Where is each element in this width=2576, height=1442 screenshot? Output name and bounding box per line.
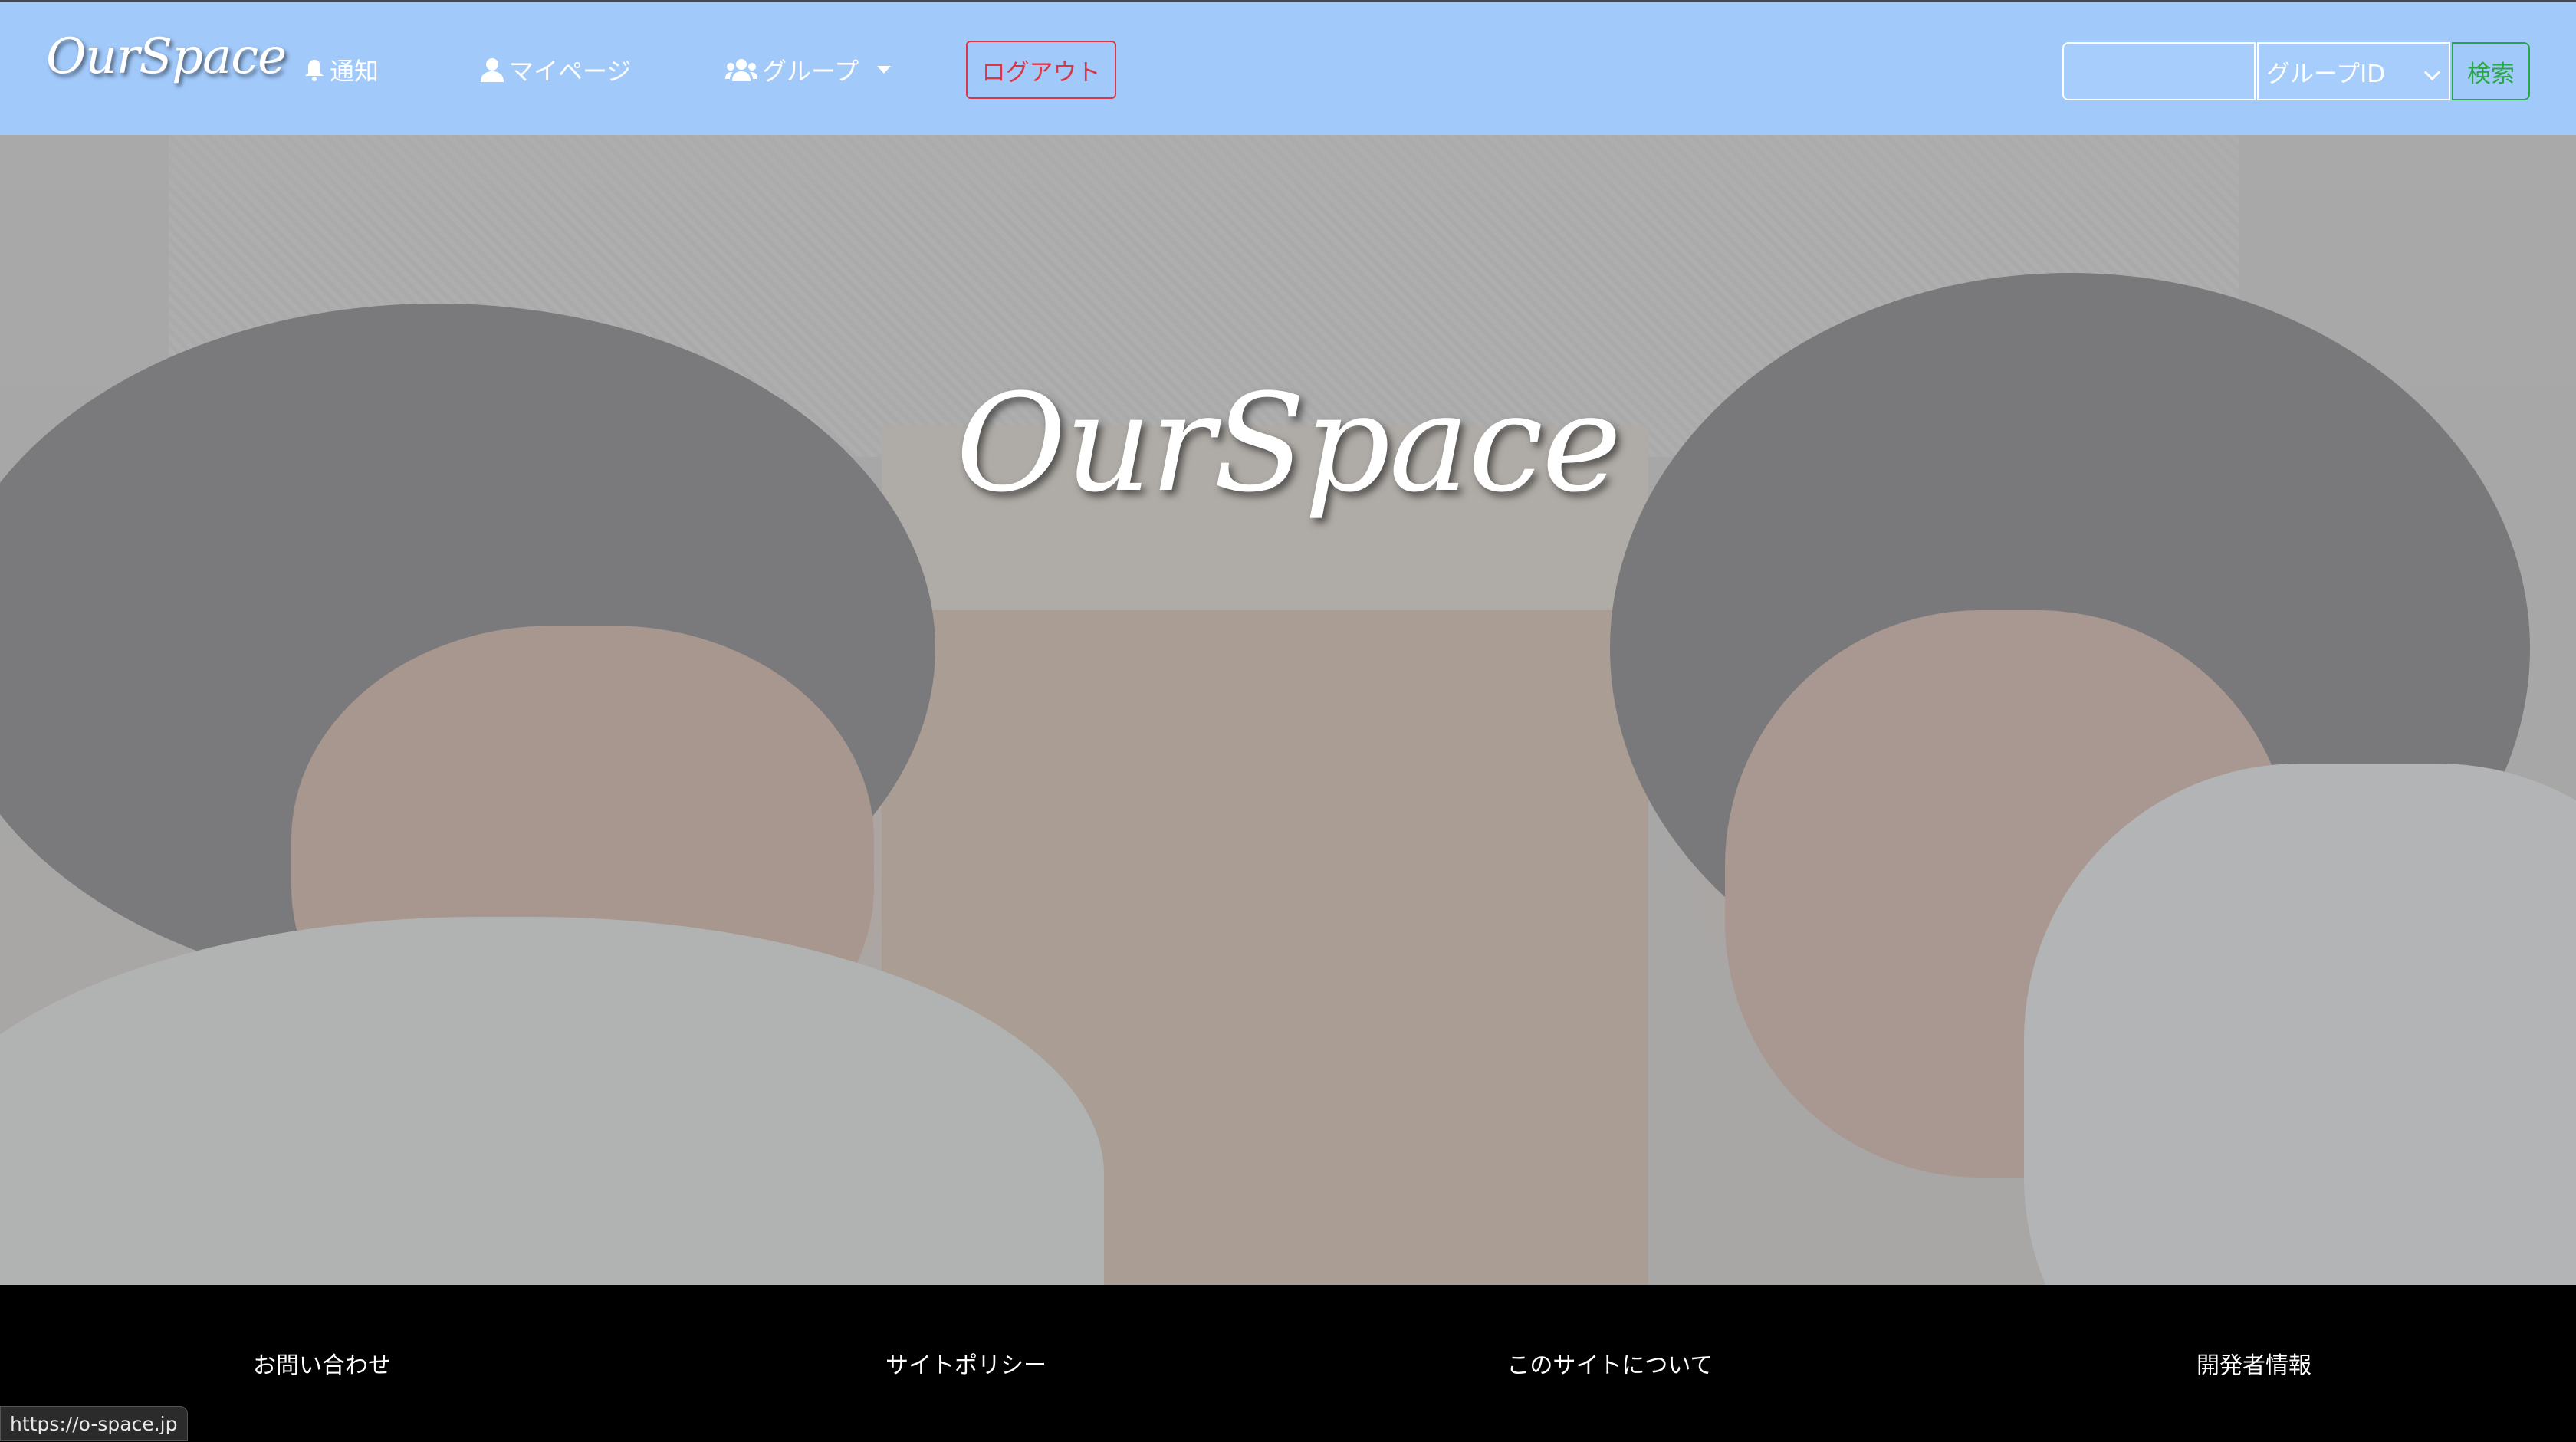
search-type-selected: グループID [2266,60,2386,88]
nav-mypage[interactable]: マイページ [480,48,631,91]
nav-groups-dropdown[interactable]: グループ [725,48,892,91]
nav-mypage-label: マイページ [509,57,632,86]
search-button[interactable]: 検索 [2452,42,2530,100]
search-type-select[interactable]: グループID [2257,42,2450,100]
bell-icon [304,58,325,81]
brand-logo[interactable]: OurSpace [46,28,287,85]
hero-section: OurSpace [0,135,2576,1285]
footer-link-about[interactable]: このサイトについて [1288,1346,1932,1380]
logout-button[interactable]: ログアウト [966,41,1116,99]
chevron-down-icon [2423,64,2441,81]
nav-notifications[interactable]: 通知 [304,48,379,91]
top-navbar: OurSpace 通知 マイページ グループ ログアウト グループID 検索 [0,0,2576,135]
footer: お問い合わせ サイトポリシー このサイトについて 開発者情報 [0,1285,2576,1441]
footer-link-site-policy[interactable]: サイトポリシー [644,1346,1288,1380]
status-bar-url: https://o-space.jp [0,1406,188,1441]
users-icon [725,57,757,82]
search-input[interactable] [2062,42,2256,100]
footer-link-contact[interactable]: お問い合わせ [0,1346,644,1380]
nav-groups-label: グループ [762,57,859,86]
hero-title: OurSpace [955,365,1622,522]
caret-down-icon [877,66,892,74]
footer-link-developer[interactable]: 開発者情報 [1932,1346,2576,1380]
user-icon [480,57,504,82]
nav-notifications-label: 通知 [330,57,380,86]
